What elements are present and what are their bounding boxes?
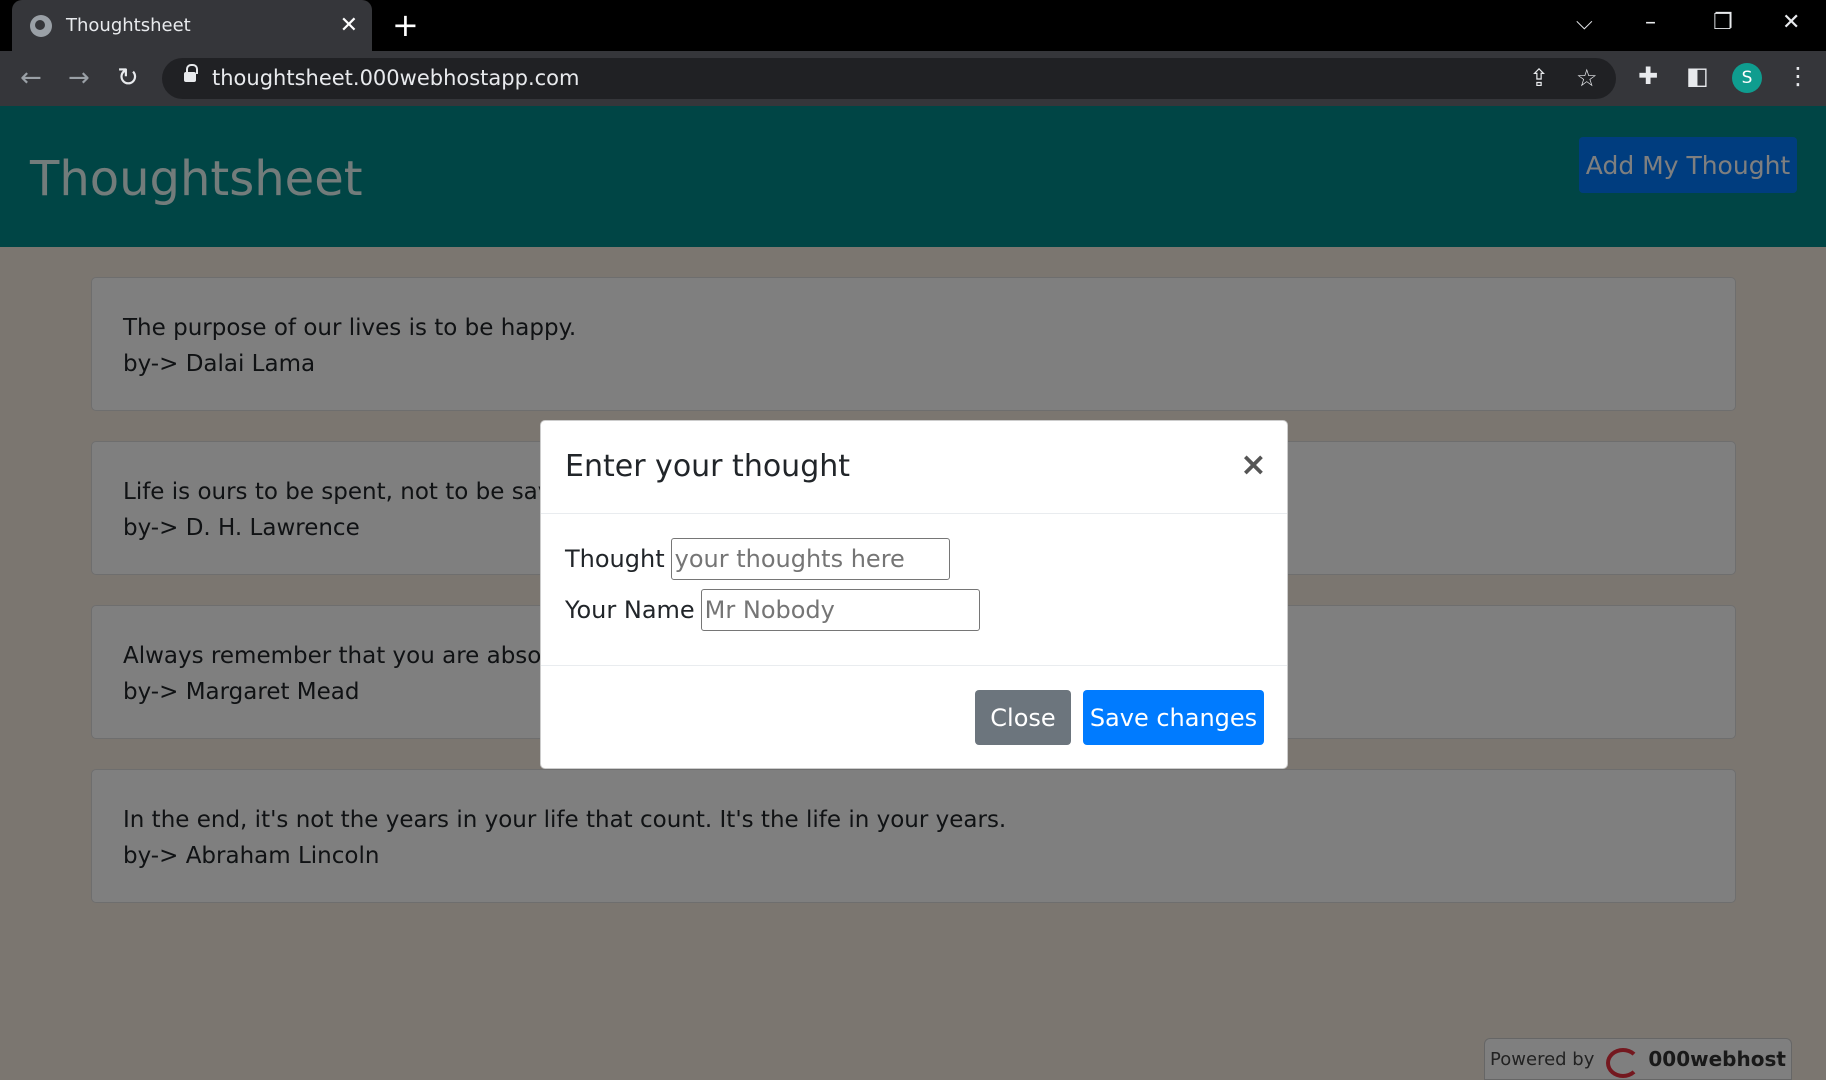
new-tab-button[interactable]: + bbox=[392, 8, 419, 42]
profile-avatar[interactable]: S bbox=[1732, 63, 1762, 93]
restore-icon[interactable]: ❐ bbox=[1713, 10, 1733, 35]
back-icon[interactable]: ← bbox=[20, 63, 42, 93]
close-button[interactable]: Close bbox=[975, 690, 1071, 745]
thought-input[interactable] bbox=[670, 538, 950, 580]
url-text[interactable]: thoughtsheet.000webhostapp.com bbox=[212, 66, 579, 90]
address-bar[interactable]: thoughtsheet.000webhostapp.com ⇪ ☆ bbox=[162, 58, 1616, 99]
browser-tab-bar: Thoughtsheet ✕ + ⌵ – ❐ ✕ bbox=[0, 0, 1826, 51]
menu-kebab-icon[interactable]: ⋮ bbox=[1786, 62, 1810, 90]
close-icon[interactable]: × bbox=[1240, 445, 1267, 483]
save-changes-button[interactable]: Save changes bbox=[1083, 690, 1264, 745]
lock-icon[interactable] bbox=[184, 64, 198, 82]
tab-search-icon[interactable]: ⌵ bbox=[1576, 10, 1593, 35]
modal-body: Thought Your Name bbox=[541, 514, 1287, 666]
name-input[interactable] bbox=[700, 589, 980, 631]
window-close-icon[interactable]: ✕ bbox=[1782, 10, 1800, 35]
thought-modal: Enter your thought × Thought Your Name C… bbox=[540, 420, 1288, 769]
side-panel-icon[interactable]: ◧ bbox=[1686, 62, 1709, 90]
reload-icon[interactable]: ↻ bbox=[117, 63, 139, 93]
globe-icon bbox=[30, 14, 52, 37]
thought-row: Thought bbox=[565, 538, 950, 580]
browser-tab[interactable]: Thoughtsheet ✕ bbox=[12, 0, 372, 51]
forward-icon[interactable]: → bbox=[68, 63, 90, 93]
tab-title: Thoughtsheet bbox=[66, 15, 191, 36]
modal-footer: Close Save changes bbox=[541, 666, 1287, 769]
tab-close-icon[interactable]: ✕ bbox=[340, 14, 358, 37]
share-icon[interactable]: ⇪ bbox=[1529, 64, 1549, 92]
modal-title: Enter your thought bbox=[565, 449, 851, 484]
name-row: Your Name bbox=[565, 589, 980, 631]
extensions-icon[interactable]: ✚ bbox=[1638, 62, 1658, 90]
thought-label: Thought bbox=[565, 545, 665, 573]
modal-header: Enter your thought × bbox=[541, 421, 1287, 514]
name-label: Your Name bbox=[565, 596, 695, 624]
bookmark-star-icon[interactable]: ☆ bbox=[1576, 64, 1598, 92]
minimize-icon[interactable]: – bbox=[1645, 10, 1656, 35]
